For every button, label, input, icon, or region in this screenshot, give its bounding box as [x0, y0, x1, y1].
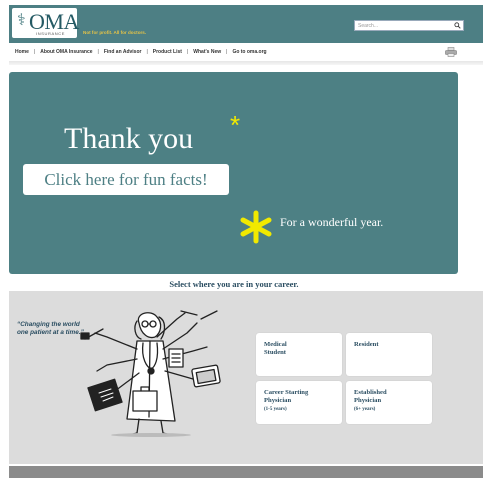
nav-oma-org[interactable]: Go to oma.org [232, 49, 266, 55]
asterisk-icon [240, 210, 272, 244]
card-title: Physician [354, 397, 382, 404]
oma-logo[interactable]: ⚕ OMA INSURANCE [12, 8, 79, 38]
card-title: Career Starting [264, 389, 309, 396]
card-title: Resident [354, 341, 379, 348]
card-title: Student [264, 349, 286, 356]
card-subtitle: (1-5 years) [264, 407, 287, 412]
nav-separator: | [186, 49, 189, 55]
asterisk-icon: * [230, 110, 241, 140]
career-card-career-starting[interactable]: Career Starting Physician (1-5 years) [256, 381, 342, 424]
career-card-resident[interactable]: Resident [346, 333, 432, 376]
nav-home[interactable]: Home [15, 49, 29, 55]
career-card-medical-student[interactable]: Medical Student [256, 333, 342, 376]
nav-whats-new[interactable]: What's New [193, 49, 221, 55]
doctor-illustration [80, 310, 221, 437]
nav-separator: | [226, 49, 228, 55]
nav-about[interactable]: About OMA Insurance [40, 49, 92, 55]
card-title: Established [354, 389, 387, 396]
card-title: Physician [264, 397, 292, 404]
nav-separator: | [97, 49, 99, 55]
banner-title: Thank you [64, 122, 194, 155]
career-panel: “Changing the world one patient at a tim… [9, 291, 483, 464]
quote-line: “Changing the world [17, 321, 80, 328]
search-placeholder: Search... [358, 23, 379, 29]
tagline: Not for profit. All for doctors. [83, 30, 147, 35]
career-heading: Select where you are in your career. [169, 279, 299, 289]
caduceus-icon: ⚕ [17, 12, 26, 29]
career-card-established[interactable]: Established Physician (6+ years) [346, 381, 432, 424]
nav-product-list[interactable]: Product List [153, 49, 182, 55]
site-header: ⚕ OMA INSURANCE Not for profit. All for … [9, 5, 483, 43]
search-input[interactable]: Search... [354, 20, 464, 31]
banner-footnote: For a wonderful year. [280, 215, 384, 229]
nav-separator: | [146, 49, 148, 55]
footer-bar [9, 466, 483, 478]
search-icon[interactable] [454, 22, 461, 29]
quote-line: one patient at a time.” [17, 329, 84, 336]
nav-find-advisor[interactable]: Find an Advisor [104, 49, 142, 55]
print-icon[interactable] [445, 47, 457, 57]
fun-facts-button[interactable]: Click here for fun facts! [23, 164, 229, 195]
thank-you-banner: Thank you * Click here for fun facts! Fo… [9, 72, 458, 274]
nav-divider [9, 61, 483, 65]
logo-subtext: INSURANCE [36, 31, 65, 36]
main-nav: Home | About OMA Insurance | Find an Advisor… [9, 46, 483, 59]
card-title: Medical [264, 341, 287, 348]
card-subtitle: (6+ years) [354, 407, 376, 412]
quote: “Changing the world one patient at a tim… [17, 321, 84, 337]
nav-separator: | [33, 49, 36, 55]
